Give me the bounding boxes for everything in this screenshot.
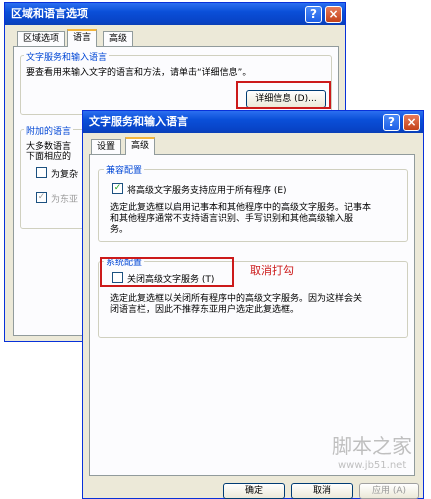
complex-script-label: 为复杂 — [51, 170, 79, 180]
text-services-description: 要查看用来输入文字的语言和方法，请单击“详细信息”。 — [26, 68, 252, 78]
tab-advanced[interactable]: 高级 — [103, 31, 134, 47]
regional-close-button[interactable]: × — [325, 6, 342, 23]
apply-button[interactable]: 应用 (A) — [359, 483, 419, 499]
compat-config-group-title: 兼容配置 — [104, 163, 145, 176]
extra-languages-group-title: 附加的语言 — [24, 124, 74, 137]
compat-desc-line3: 务。 — [110, 225, 129, 235]
watermark-url: www.jb51.net — [338, 460, 407, 471]
ok-button[interactable]: 确定 — [223, 483, 285, 499]
disable-checkbox-highlight — [100, 257, 234, 287]
tab-advanced-settings[interactable]: 高级 — [125, 137, 156, 155]
regional-window-titlebar: 区域和语言选项 — [5, 3, 345, 25]
compat-desc-line2: 和其他程序通常不支持语言识别、手写识别和其他高级输入服 — [110, 214, 354, 224]
advanced-tab-panel: 兼容配置 ✓ 将高级文字服务支持应用于所有程序 (E) 选定此复选框以启用记事本… — [89, 154, 415, 476]
east-asian-checkbox[interactable]: ✓ — [36, 192, 47, 203]
text-services-close-button[interactable]: × — [403, 114, 420, 131]
extra-languages-line2: 下面相应的 — [26, 152, 72, 162]
regional-window-title: 区域和语言选项 — [11, 7, 88, 20]
complex-script-checkbox[interactable] — [36, 167, 47, 178]
text-services-help-button[interactable]: ? — [383, 114, 400, 131]
uncheck-annotation: 取消打勾 — [250, 264, 294, 277]
text-services-titlebar: 文字服务和输入语言 — [83, 111, 423, 133]
watermark-logo-text: 脚本之家 — [332, 434, 412, 458]
tab-regional-options[interactable]: 区域选项 — [17, 31, 66, 47]
apply-all-programs-checkbox[interactable]: ✓ — [112, 183, 123, 194]
apply-all-programs-label: 将高级文字服务支持应用于所有程序 (E) — [127, 186, 287, 196]
text-services-group-title: 文字服务和输入语言 — [24, 50, 110, 63]
regional-help-button[interactable]: ? — [305, 6, 322, 23]
text-services-title: 文字服务和输入语言 — [89, 115, 188, 128]
tab-languages[interactable]: 语言 — [67, 29, 98, 47]
tab-settings[interactable]: 设置 — [91, 139, 122, 155]
system-desc-line2: 闭语言栏，因此不推荐东亚用户选定此复选框。 — [110, 305, 300, 315]
details-button-highlight — [236, 81, 331, 109]
cancel-button[interactable]: 取消 — [291, 483, 353, 499]
east-asian-label: 为东亚 — [51, 195, 79, 205]
